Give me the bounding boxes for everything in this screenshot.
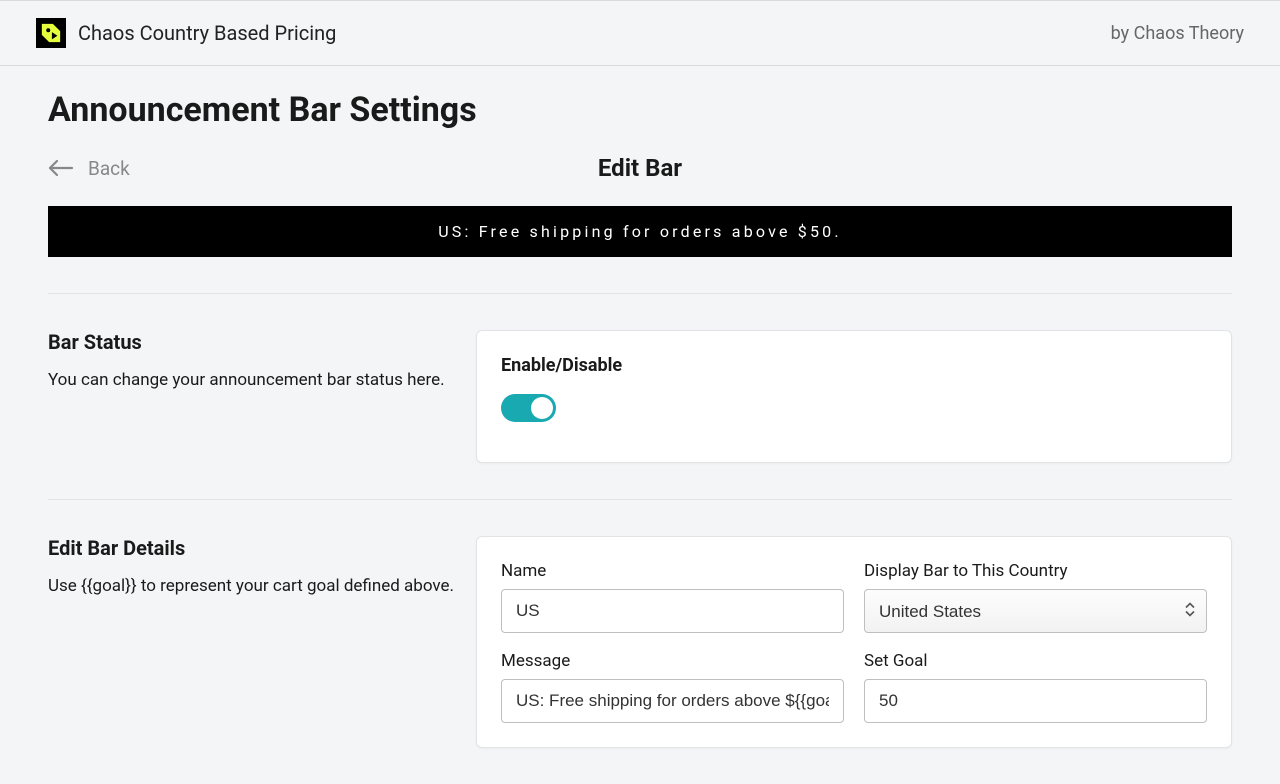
goal-field-group: Set Goal: [864, 651, 1207, 723]
message-field-group: Message: [501, 651, 844, 723]
back-label: Back: [88, 157, 130, 180]
name-label: Name: [501, 561, 844, 581]
page-title: Announcement Bar Settings: [48, 90, 1232, 130]
edit-bar-details-heading: Edit Bar Details: [48, 536, 460, 560]
message-label: Message: [501, 651, 844, 671]
edit-bar-details-card: Name Display Bar to This Country United …: [476, 536, 1232, 748]
enable-toggle[interactable]: [501, 394, 556, 422]
edit-bar-details-section: Edit Bar Details Use {{goal}} to represe…: [48, 500, 1232, 784]
bar-status-card: Enable/Disable: [476, 330, 1232, 463]
brand: Chaos Country Based Pricing: [36, 18, 336, 48]
goal-input[interactable]: [864, 679, 1207, 723]
toggle-knob: [531, 397, 553, 419]
name-field-group: Name: [501, 561, 844, 633]
brand-icon: [36, 18, 66, 48]
bar-status-heading: Bar Status: [48, 330, 460, 354]
back-button[interactable]: Back: [48, 157, 598, 180]
top-bar: Chaos Country Based Pricing by Chaos The…: [0, 0, 1280, 66]
edit-bar-details-description: Use {{goal}} to represent your cart goal…: [48, 574, 460, 600]
subheader: Back Edit Bar: [48, 154, 1232, 182]
brand-title: Chaos Country Based Pricing: [78, 21, 336, 45]
bar-status-section: Bar Status You can change your announcem…: [48, 294, 1232, 499]
announcement-preview: US: Free shipping for orders above $50.: [48, 206, 1232, 257]
country-label: Display Bar to This Country: [864, 561, 1207, 581]
country-field-group: Display Bar to This Country United State…: [864, 561, 1207, 633]
name-input[interactable]: [501, 589, 844, 633]
goal-label: Set Goal: [864, 651, 1207, 671]
country-select[interactable]: United States: [864, 589, 1207, 633]
arrow-left-icon: [48, 158, 74, 178]
byline: by Chaos Theory: [1111, 23, 1244, 44]
message-input[interactable]: [501, 679, 844, 723]
edit-bar-title: Edit Bar: [598, 154, 682, 182]
bar-status-description: You can change your announcement bar sta…: [48, 368, 460, 394]
enable-disable-label: Enable/Disable: [501, 355, 1207, 376]
